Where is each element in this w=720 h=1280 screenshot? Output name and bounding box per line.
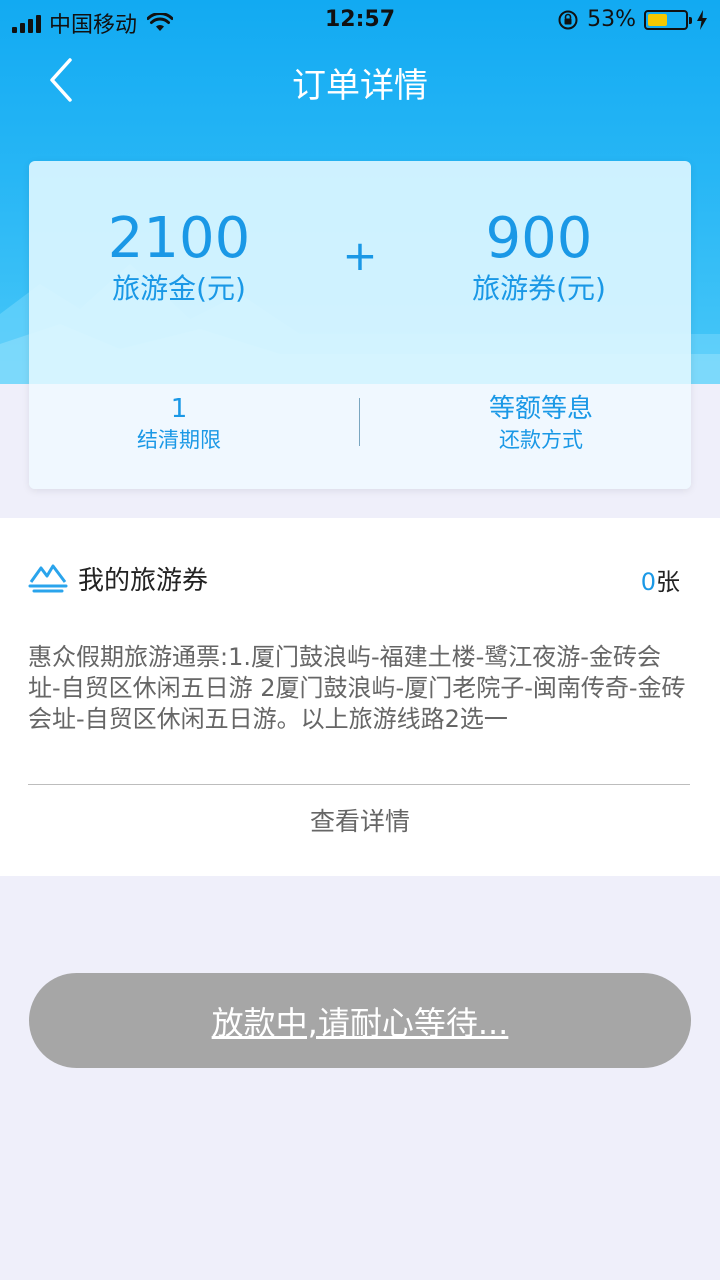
voucher-count-number: 0: [640, 568, 656, 596]
repayment-method-label: 还款方式: [499, 428, 583, 452]
voucher-count: 0张: [641, 562, 680, 597]
voucher-description: 惠众假期旅游通票:1.厦门鼓浪屿-福建土楼-鹭江夜游-金砖会址-自贸区休闲五日游…: [28, 643, 686, 733]
travel-fund-block: 2100 旅游金(元): [49, 207, 309, 307]
voucher-title: 我的旅游券: [78, 566, 209, 596]
settlement-term-block: 1 结清期限: [29, 393, 329, 455]
page-title: 订单详情: [292, 66, 428, 106]
order-summary-card: 2100 旅游金(元) + 900 旅游券(元) 1 结清期限 等额等息 还款方…: [29, 161, 691, 489]
charging-icon: [697, 9, 707, 30]
battery-icon: [644, 9, 692, 30]
chevron-left-icon: [50, 58, 72, 102]
repayment-method-block: 等额等息 还款方式: [391, 393, 691, 455]
settlement-term-label: 结清期限: [137, 428, 221, 452]
vertical-divider: [359, 398, 360, 446]
repayment-method-value: 等额等息: [488, 394, 593, 424]
view-details-link[interactable]: 查看详情: [0, 802, 720, 838]
status-bar: 中国移动 12:57 53%: [0, 0, 720, 40]
divider: [28, 784, 690, 785]
travel-voucher-block: 900 旅游券(元): [409, 207, 669, 307]
back-button[interactable]: [36, 50, 96, 110]
voucher-count-unit: 张: [656, 568, 680, 596]
battery-percent: 53%: [587, 7, 636, 32]
nav-bar: 订单详情: [0, 40, 720, 124]
plus-sign: +: [342, 231, 378, 280]
voucher-section: 我的旅游券 0张 惠众假期旅游通票:1.厦门鼓浪屿-福建土楼-鹭江夜游-金砖会址…: [0, 518, 720, 876]
voucher-header: 我的旅游券 0张: [28, 556, 692, 600]
travel-fund-value: 2100: [107, 206, 251, 271]
loan-status-button[interactable]: 放款中,请耐心等待...: [29, 973, 691, 1068]
orientation-lock-icon: [558, 10, 578, 29]
travel-fund-label: 旅游金(元): [112, 272, 246, 305]
travel-voucher-label: 旅游券(元): [472, 272, 606, 305]
settlement-term-value: 1: [170, 394, 188, 424]
travel-voucher-value: 900: [485, 206, 593, 271]
mountain-icon: [28, 564, 68, 593]
